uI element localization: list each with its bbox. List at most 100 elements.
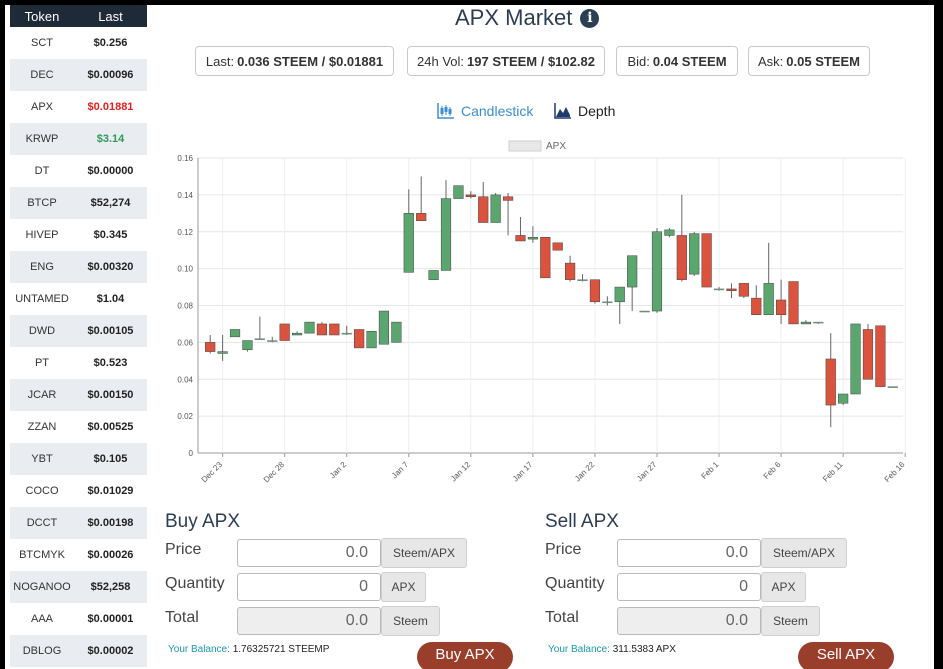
token-row[interactable]: ZZAN $0.00525 [10, 411, 147, 443]
sell-button[interactable]: Sell APX [798, 642, 894, 669]
token-row[interactable]: AAA $0.00001 [10, 603, 147, 635]
candle-body [416, 213, 427, 221]
token-row[interactable]: BTCP $52,274 [10, 187, 147, 219]
buy-total-input[interactable]: 0.0 [237, 607, 381, 635]
candle-body [800, 321, 812, 325]
y-tick-label: 0.12 [177, 228, 193, 237]
token-last-price: $0.00000 [87, 165, 134, 177]
token-table-header: Token Last [10, 5, 147, 27]
candle-body [713, 288, 725, 291]
token-symbol[interactable]: ZZAN [10, 421, 74, 433]
sell-quantity-input[interactable]: 0 [617, 573, 761, 601]
candlestick-icon [437, 103, 454, 119]
sell-balance-value: 311.5383 APX [612, 644, 676, 655]
token-symbol[interactable]: DBLOG [10, 645, 74, 657]
token-column-header[interactable]: Token [10, 9, 74, 24]
token-last-price: $3.14 [96, 133, 125, 145]
token-symbol[interactable]: JCAR [10, 389, 74, 401]
last-column-header[interactable]: Last [74, 9, 147, 24]
candle-body [726, 288, 737, 291]
token-last-price: $0.00001 [87, 613, 134, 625]
buy-price-label: Price [165, 541, 202, 558]
token-symbol[interactable]: DWD [10, 325, 74, 337]
stat-value: 0.036 STEEM / $0.01881 [237, 53, 384, 69]
token-row[interactable]: DEC $0.00096 [10, 59, 147, 91]
token-symbol[interactable]: ENG [10, 261, 74, 273]
token-row[interactable]: NOGANOO $52,258 [10, 571, 147, 603]
token-row[interactable]: KRWP $3.14 [10, 123, 147, 155]
token-row[interactable]: APX $0.01881 [10, 91, 147, 123]
token-symbol[interactable]: DT [10, 165, 74, 177]
candlestick-chart[interactable]: APX 0 0.02 0.04 0.06 0.08 0.10 0.12 0.14 0.16 Dec … [165, 133, 910, 493]
candle-body [428, 270, 439, 280]
sell-balance-label: Your Balance: [548, 644, 610, 655]
candlestick-tab[interactable]: Candlestick [437, 103, 533, 119]
token-symbol[interactable]: KRWP [10, 133, 74, 145]
info-icon[interactable]: i [580, 8, 600, 28]
candle-body [440, 198, 452, 271]
depth-tab[interactable]: Depth [554, 103, 615, 119]
token-row[interactable]: HIVEP $0.345 [10, 219, 147, 251]
token-row[interactable]: DCCT $0.00198 [10, 507, 147, 539]
y-tick-label: 0.08 [177, 302, 193, 311]
sell-total-input[interactable]: 0.0 [617, 607, 761, 635]
token-row[interactable]: BTCMYK $0.00026 [10, 539, 147, 571]
token-symbol[interactable]: UNTAMED [10, 293, 74, 305]
x-tick-label: Jan 2 [328, 460, 349, 481]
token-symbol[interactable]: BTCMYK [10, 549, 74, 561]
token-symbol[interactable]: BTCP [10, 197, 74, 209]
sell-price-unit: Steem/APX [761, 538, 847, 568]
token-row[interactable]: COCO $0.01029 [10, 475, 147, 507]
buy-balance: Your Balance: 1.76325721 STEEMP [168, 644, 329, 655]
candle-body [862, 329, 874, 380]
candle-body [540, 237, 551, 279]
buy-quantity-label: Quantity [165, 575, 225, 592]
candle-body [291, 332, 303, 336]
token-row[interactable]: UNTAMED $1.04 [10, 283, 147, 315]
buy-total-unit: Steem [381, 606, 440, 636]
token-last-price: $52,274 [90, 197, 131, 209]
buy-title: Buy APX [165, 511, 240, 532]
token-symbol[interactable]: DCCT [10, 517, 74, 529]
token-symbol[interactable]: HIVEP [10, 229, 74, 241]
buy-quantity-input[interactable]: 0 [237, 573, 381, 601]
bid-stat: Bid: 0.04 STEEM [616, 46, 738, 76]
candle-body [577, 279, 588, 281]
buy-quantity-unit: APX [381, 572, 426, 602]
stat-label: Last: [205, 53, 235, 69]
token-row[interactable]: YBT $0.105 [10, 443, 147, 475]
token-symbol[interactable]: AAA [10, 613, 74, 625]
token-symbol[interactable]: NOGANOO [10, 581, 74, 593]
token-row[interactable]: SCT $0.256 [10, 27, 147, 59]
candle-body [825, 358, 836, 406]
sell-total-unit: Steem [761, 606, 820, 636]
token-row[interactable]: ENG $0.00320 [10, 251, 147, 283]
token-sidebar: Token Last SCT $0.256 DEC $0.00096 APX $0.018… [10, 5, 147, 669]
token-row[interactable]: DBLOG $0.00002 [10, 635, 147, 667]
buy-total-label: Total [165, 609, 199, 626]
buy-price-input[interactable]: 0.0 [237, 539, 381, 567]
depth-chart-icon [554, 103, 571, 119]
token-last-price: $0.00002 [87, 645, 134, 657]
token-symbol[interactable]: DEC [10, 69, 74, 81]
token-list: SCT $0.256 DEC $0.00096 APX $0.01881 KRWP $3.14… [10, 27, 147, 667]
candle-body [701, 233, 712, 288]
token-symbol[interactable]: PT [10, 357, 74, 369]
candle-body [366, 331, 377, 349]
token-row[interactable]: DT $0.00000 [10, 155, 147, 187]
x-tick-label: Jan 22 [573, 460, 597, 484]
candle-body [838, 393, 849, 404]
token-row[interactable]: JCAR $0.00150 [10, 379, 147, 411]
sell-price-input[interactable]: 0.0 [617, 539, 761, 567]
candle-body [229, 329, 241, 338]
token-symbol[interactable]: SCT [10, 37, 74, 49]
token-last-price: $0.00096 [87, 69, 134, 81]
candle-body [614, 286, 625, 303]
token-row[interactable]: PT $0.523 [10, 347, 147, 379]
token-symbol[interactable]: APX [10, 101, 74, 113]
token-symbol[interactable]: YBT [10, 453, 74, 465]
token-symbol[interactable]: COCO [10, 485, 74, 497]
buy-button[interactable]: Buy APX [417, 642, 513, 669]
token-row[interactable]: DWD $0.00105 [10, 315, 147, 347]
y-tick-label: 0.10 [177, 265, 193, 274]
